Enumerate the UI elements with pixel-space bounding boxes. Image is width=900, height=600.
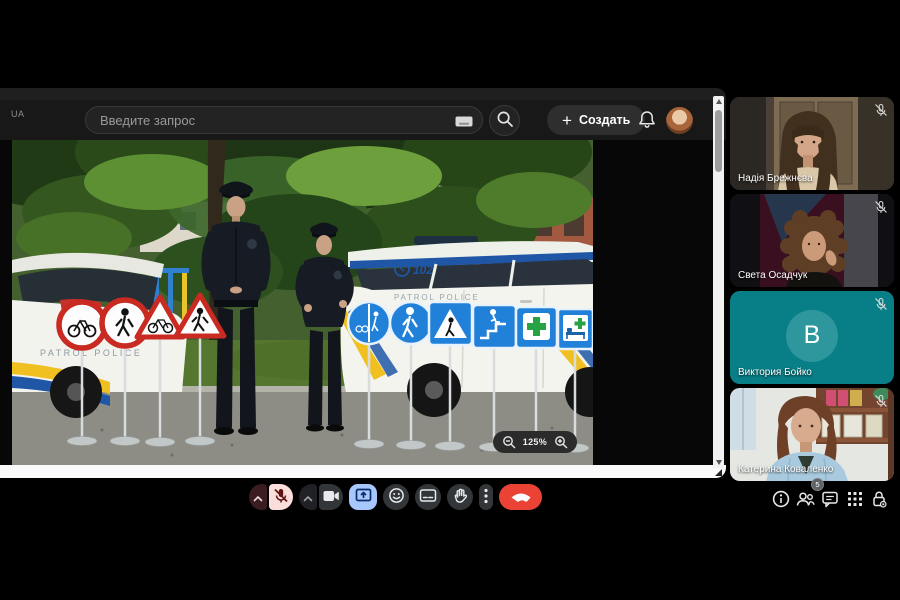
chat-button[interactable] — [819, 489, 841, 511]
participant-tile-3[interactable]: В Виктория Бойко — [730, 291, 894, 384]
meeting-app: UA + Создать — [0, 0, 900, 600]
browser-scrollbar[interactable] — [713, 96, 724, 468]
sign-first-aid — [516, 307, 557, 348]
bell-icon — [637, 119, 657, 134]
user-avatar[interactable] — [666, 107, 693, 134]
mic-off-icon — [874, 200, 888, 214]
mic-toggle-button[interactable] — [269, 484, 293, 510]
shared-photo: 102 PATROL POLICE — [12, 140, 593, 465]
participant-tile-4[interactable]: Катерина Коваленко — [730, 388, 894, 481]
svg-text:PATROL POLICE: PATROL POLICE — [40, 348, 142, 358]
participant-count-badge: 5 — [811, 478, 824, 491]
chat-icon — [820, 489, 840, 512]
plus-icon: + — [562, 112, 572, 129]
avatar-initial: В — [804, 321, 821, 350]
zoom-out-button[interactable] — [502, 435, 516, 449]
sign-underpass — [473, 305, 516, 348]
participant-name: Света Осадчук — [738, 270, 807, 281]
police-lesson-photo: 102 PATROL POLICE — [12, 140, 593, 465]
present-screen-icon — [355, 488, 372, 506]
shared-screen-tile[interactable]: UA + Создать — [0, 88, 726, 478]
activities-button[interactable] — [844, 489, 866, 511]
shared-browser-navbar: UA + Создать — [0, 100, 726, 140]
browser-top-strip — [0, 88, 726, 100]
sign-pedestrian-path — [390, 302, 432, 344]
scroll-up-arrow[interactable] — [716, 99, 722, 104]
raise-hand-button[interactable] — [447, 484, 473, 510]
mic-options-button[interactable] — [249, 484, 267, 510]
host-controls-button[interactable] — [868, 489, 890, 511]
chevron-up-icon — [253, 490, 263, 505]
camera-toggle-button[interactable] — [319, 484, 343, 510]
captions-icon — [419, 488, 437, 506]
info-icon — [771, 489, 791, 512]
svg-text:PATROL POLICE: PATROL POLICE — [394, 293, 480, 302]
participant-tile-2[interactable]: Света Осадчук — [730, 194, 894, 287]
mic-off-icon — [874, 297, 888, 311]
sign-shared-path — [348, 302, 390, 344]
end-call-button[interactable] — [499, 484, 542, 510]
search-input[interactable] — [85, 106, 483, 134]
mic-off-icon — [874, 394, 888, 408]
end-call-icon — [510, 490, 532, 505]
shared-page-bottom-strip — [0, 465, 726, 478]
keyboard-icon[interactable] — [455, 114, 473, 125]
people-icon — [795, 489, 816, 512]
mic-off-icon — [273, 487, 289, 507]
zoom-in-button[interactable] — [554, 435, 568, 449]
emoji-icon — [388, 487, 405, 507]
zoom-level: 125% — [523, 437, 547, 447]
participants-button[interactable] — [795, 489, 817, 511]
create-button[interactable]: + Создать — [547, 105, 645, 135]
participant-name: Катерина Коваленко — [738, 464, 833, 475]
mic-off-icon — [874, 103, 888, 117]
meeting-details-button[interactable] — [770, 489, 792, 511]
scrollbar-thumb[interactable] — [715, 110, 722, 172]
svg-text:102: 102 — [413, 263, 433, 277]
hand-icon — [453, 487, 468, 507]
search-icon — [496, 110, 514, 131]
more-dots-icon — [483, 488, 489, 507]
participant-name: Виктория Бойко — [738, 367, 812, 378]
camera-options-button[interactable] — [299, 484, 317, 510]
avatar-initial-circle: В — [786, 309, 838, 361]
camera-icon — [322, 489, 340, 506]
mic-control-group — [249, 484, 293, 510]
call-controls — [249, 484, 542, 510]
sign-no-bicycles — [59, 302, 105, 348]
zoom-controls: 125% — [493, 431, 577, 453]
lock-icon — [869, 489, 889, 512]
camera-control-group — [299, 484, 343, 510]
search-button[interactable] — [489, 105, 520, 136]
captions-button[interactable] — [415, 484, 441, 510]
notifications-bell-button[interactable] — [636, 109, 658, 131]
apps-grid-icon — [846, 490, 864, 511]
participant-name: Надія Брежнєва — [738, 173, 813, 184]
scroll-down-arrow[interactable] — [716, 460, 722, 465]
present-screen-button[interactable] — [349, 484, 377, 510]
participant-tile-1[interactable]: Надія Брежнєва — [730, 97, 894, 190]
more-options-button[interactable] — [479, 484, 493, 510]
locale-label: UA — [11, 109, 25, 119]
chevron-up-icon — [303, 490, 313, 505]
reactions-button[interactable] — [383, 484, 409, 510]
sign-hospital — [558, 309, 593, 349]
resize-handle[interactable] — [715, 469, 722, 476]
sidebar-actions — [770, 488, 890, 512]
sign-crosswalk — [429, 302, 472, 345]
